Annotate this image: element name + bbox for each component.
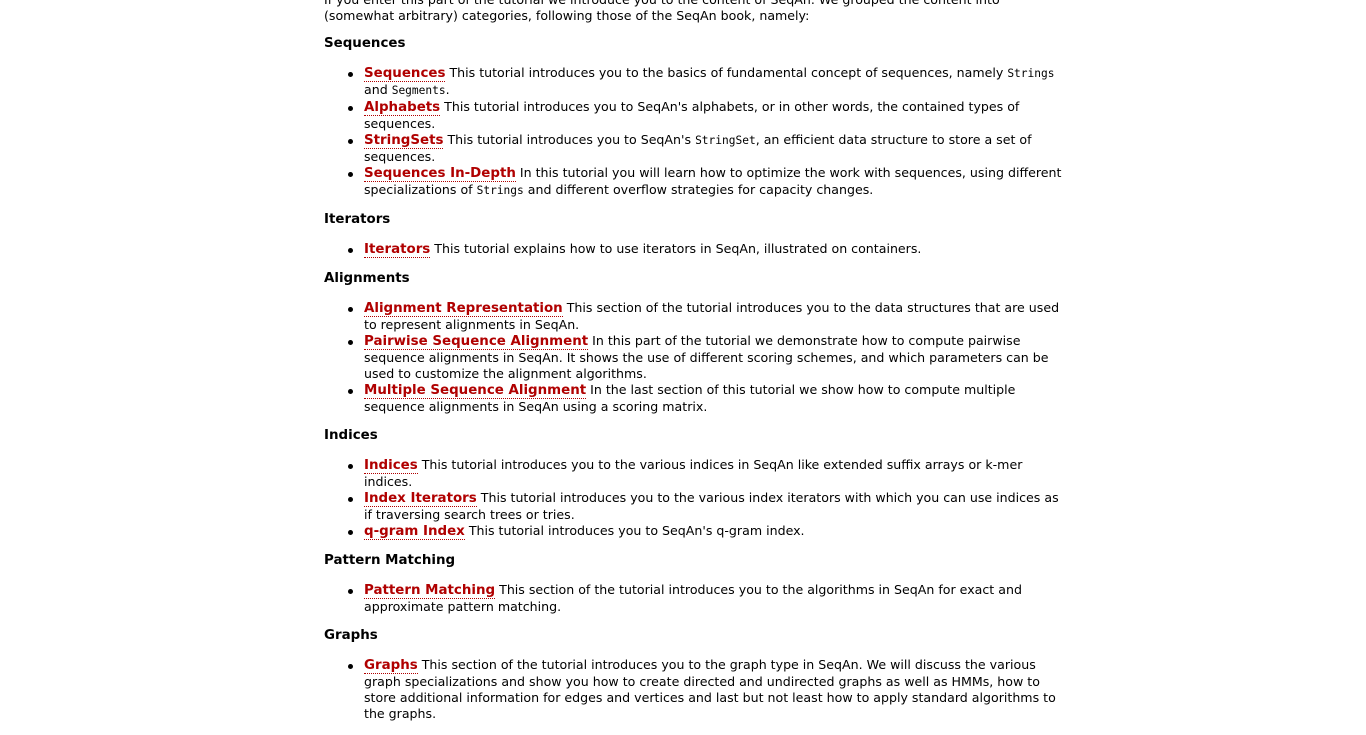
topic-list-pattern-matching: Pattern Matching This section of the tut… (324, 582, 1064, 615)
topic-list-graphs: Graphs This section of the tutorial intr… (324, 657, 1064, 722)
list-item: Iterators This tutorial explains how to … (348, 241, 1064, 258)
item-description-text: This tutorial introduces you to the basi… (445, 65, 1008, 80)
topic-link-multiple-sequence-alignment[interactable]: Multiple Sequence Alignment (364, 383, 587, 399)
topic-link-index-iterators[interactable]: Index Iterators (364, 491, 477, 507)
sections-container: Sequences Sequences This tutorial introdu… (324, 36, 1064, 722)
list-item: Graphs This section of the tutorial intr… (348, 657, 1064, 722)
list-item: StringSets This tutorial introduces you … (348, 132, 1064, 165)
tutorial-content: If you enter this part of the tutorial w… (324, 0, 1064, 735)
item-description-text: This tutorial introduces you to the vari… (364, 457, 1023, 489)
topic-list-indices: Indices This tutorial introduces you to … (324, 457, 1064, 540)
item-description-text: and different overflow strategies for ca… (523, 182, 874, 197)
list-item: Sequences This tutorial introduces you t… (348, 65, 1064, 99)
section-heading-graphs: Graphs (324, 628, 378, 643)
inline-code: Strings (1007, 67, 1055, 80)
topic-link-pairwise-sequence-alignment[interactable]: Pairwise Sequence Alignment (364, 334, 589, 350)
inline-code: StringSet (695, 134, 756, 147)
item-description-text: This tutorial introduces you to SeqAn's … (464, 523, 805, 538)
inline-code: Segments (391, 84, 446, 97)
item-description-text: . (445, 82, 450, 97)
intro-paragraph: If you enter this part of the tutorial w… (324, 0, 1000, 23)
topic-link-sequences-in-depth[interactable]: Sequences In-Depth (364, 166, 516, 182)
inline-code: Strings (476, 184, 524, 197)
item-description-text: and (364, 82, 392, 97)
section-heading-iterators: Iterators (324, 212, 391, 227)
list-item: Index Iterators This tutorial introduces… (348, 490, 1064, 523)
topic-link-iterators[interactable]: Iterators (364, 242, 431, 258)
list-item: Alphabets This tutorial introduces you t… (348, 99, 1064, 132)
section-heading-pattern-matching: Pattern Matching (324, 553, 456, 568)
topic-link-q-gram-index[interactable]: q-gram Index (364, 524, 465, 540)
list-item: q-gram Index This tutorial introduces yo… (348, 523, 1064, 540)
item-description-text: This section of the tutorial introduces … (364, 657, 1056, 721)
topic-link-alphabets[interactable]: Alphabets (364, 100, 441, 116)
topic-link-pattern-matching[interactable]: Pattern Matching (364, 583, 496, 599)
list-item: Indices This tutorial introduces you to … (348, 457, 1064, 490)
list-item: Pattern Matching This section of the tut… (348, 582, 1064, 615)
list-item: Sequences In-Depth In this tutorial you … (348, 165, 1064, 199)
topic-list-alignments: Alignment Representation This section of… (324, 300, 1064, 415)
topic-link-indices[interactable]: Indices (364, 458, 418, 474)
section-heading-sequences: Sequences (324, 36, 406, 51)
item-description-text: This tutorial explains how to use iterat… (430, 241, 922, 256)
topic-list-sequences: Sequences This tutorial introduces you t… (324, 65, 1064, 199)
topic-link-sequences[interactable]: Sequences (364, 66, 446, 82)
section-heading-indices: Indices (324, 428, 378, 443)
topic-list-iterators: Iterators This tutorial explains how to … (324, 241, 1064, 258)
list-item: Pairwise Sequence Alignment In this part… (348, 333, 1064, 382)
topic-link-graphs[interactable]: Graphs (364, 658, 418, 674)
item-description-text: This tutorial introduces you to SeqAn's … (364, 99, 1020, 131)
section-heading-alignments: Alignments (324, 271, 410, 286)
item-description-text: This tutorial introduces you to SeqAn's (443, 132, 696, 147)
list-item: Multiple Sequence Alignment In the last … (348, 382, 1064, 415)
topic-link-alignment-representation[interactable]: Alignment Representation (364, 301, 563, 317)
topic-link-stringsets[interactable]: StringSets (364, 133, 444, 149)
list-item: Alignment Representation This section of… (348, 300, 1064, 333)
